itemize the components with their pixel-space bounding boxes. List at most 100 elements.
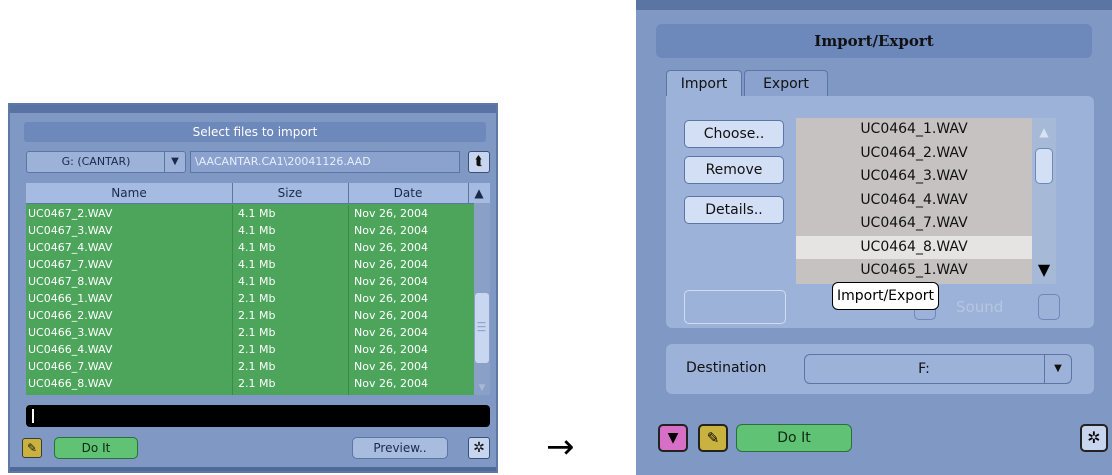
file-size: 2.1 Mb [238, 360, 276, 373]
column-header-date[interactable]: Date [348, 183, 469, 203]
destination-select[interactable]: F: ▼ [804, 354, 1072, 384]
asterisk-icon: ✲ [1087, 428, 1101, 447]
file-size: 2.1 Mb [238, 377, 276, 390]
dialog-title: Import/Export [656, 24, 1092, 58]
dialog-footer [10, 467, 496, 471]
file-date: Nov 26, 2004 [354, 258, 428, 271]
file-size: 2.1 Mb [238, 343, 276, 356]
file-date: Nov 26, 2004 [354, 207, 428, 220]
tooltip: Import/Export [832, 282, 940, 310]
import-list-scrollbar[interactable]: ▲ ▼ [1032, 118, 1056, 284]
menu-button[interactable]: ▼ [658, 424, 688, 452]
file-table-header: Name Size Date ▲ [26, 183, 490, 204]
blank-field [684, 290, 786, 324]
file-name: UC0466_8.WAV [28, 377, 113, 390]
table-row[interactable]: UC0466_7.WAV 2.1 Mb Nov 26, 2004 [26, 358, 474, 375]
arrow-right-icon: → [546, 427, 575, 467]
file-name: UC0467_8.WAV [28, 275, 113, 288]
do-it-button[interactable]: Do It [54, 437, 138, 459]
list-item[interactable]: UC0464_3.WAV [796, 165, 1032, 189]
options-button[interactable]: ✲ [1080, 424, 1108, 452]
file-size: 4.1 Mb [238, 275, 276, 288]
grip-icon: — — — [477, 318, 486, 336]
file-name: UC0467_2.WAV [28, 207, 113, 220]
table-row[interactable]: UC0466_3.WAV 2.1 Mb Nov 26, 2004 [26, 324, 474, 341]
table-row[interactable]: UC0467_8.WAV 4.1 Mb Nov 26, 2004 [26, 273, 474, 290]
table-row[interactable]: UC0466_8.WAV 2.1 Mb Nov 26, 2004 [26, 375, 474, 392]
do-it-button[interactable]: Do It [736, 424, 852, 452]
sound-label: Sound [956, 298, 1004, 316]
scroll-up-icon[interactable]: ▲ [468, 183, 490, 203]
list-item[interactable]: UC0464_1.WAV [796, 118, 1032, 142]
file-name: UC0466_4.WAV [28, 343, 113, 356]
file-size: 4.1 Mb [238, 207, 276, 220]
sound-checkbox[interactable] [1038, 294, 1060, 320]
list-item[interactable]: UC0464_7.WAV [796, 212, 1032, 236]
column-header-name[interactable]: Name [26, 183, 233, 203]
import-export-dialog: Import/Export Import Export Choose.. Rem… [636, 0, 1112, 475]
file-size: 2.1 Mb [238, 326, 276, 339]
file-date: Nov 26, 2004 [354, 224, 428, 237]
file-date: Nov 26, 2004 [354, 241, 428, 254]
file-name: UC0466_3.WAV [28, 326, 113, 339]
table-row[interactable]: UC0467_2.WAV 4.1 Mb Nov 26, 2004 [26, 205, 474, 222]
scroll-up-icon[interactable]: ▲ [1036, 124, 1052, 140]
progress-field [26, 405, 490, 427]
table-row[interactable]: UC0466_1.WAV 2.1 Mb Nov 26, 2004 [26, 290, 474, 307]
import-file-list[interactable]: UC0464_1.WAV UC0464_2.WAV UC0464_3.WAV UC04… [796, 118, 1032, 284]
remove-button[interactable]: Remove [684, 156, 784, 184]
path-field[interactable]: \AACANTAR.CA1\20041126.AAD [190, 151, 460, 173]
asterisk-icon: ✲ [473, 440, 485, 456]
column-header-size[interactable]: Size [232, 183, 349, 203]
drive-select[interactable]: G: (CANTAR) ▼ [26, 151, 186, 173]
file-name: UC0466_1.WAV [28, 292, 113, 305]
scrollbar-thumb[interactable] [1035, 148, 1053, 184]
options-button[interactable]: ✲ [468, 437, 490, 459]
table-row[interactable]: UC0467_7.WAV 4.1 Mb Nov 26, 2004 [26, 256, 474, 273]
table-row[interactable]: UC0467_3.WAV 4.1 Mb Nov 26, 2004 [26, 222, 474, 239]
chevron-down-icon[interactable]: ▼ [164, 152, 185, 172]
cursor [32, 409, 34, 423]
tab-import[interactable]: Import [666, 70, 742, 96]
file-name: UC0466_7.WAV [28, 360, 113, 373]
dialog-title: Select files to import [24, 122, 486, 142]
file-name: UC0467_7.WAV [28, 258, 113, 271]
file-date: Nov 26, 2004 [354, 292, 428, 305]
list-item[interactable]: UC0464_2.WAV [796, 142, 1032, 166]
file-size: 4.1 Mb [238, 258, 276, 271]
file-name: UC0466_2.WAV [28, 309, 113, 322]
preview-button[interactable]: Preview.. [352, 437, 448, 459]
table-row[interactable]: UC0466_2.WAV 2.1 Mb Nov 26, 2004 [26, 307, 474, 324]
file-name: UC0467_3.WAV [28, 224, 113, 237]
file-size: 2.1 Mb [238, 292, 276, 305]
destination-value: F: [918, 361, 930, 377]
file-table-scrollbar[interactable]: — — — ▼ [474, 203, 490, 395]
file-size: 2.1 Mb [238, 309, 276, 322]
list-item[interactable]: UC0464_8.WAV [796, 235, 1032, 259]
file-size: 4.1 Mb [238, 224, 276, 237]
file-date: Nov 26, 2004 [354, 326, 428, 339]
parent-folder-button[interactable]: ⮬ [468, 151, 490, 173]
table-row[interactable]: UC0467_4.WAV 4.1 Mb Nov 26, 2004 [26, 239, 474, 256]
table-row[interactable]: UC0466_4.WAV 2.1 Mb Nov 26, 2004 [26, 341, 474, 358]
dialog-top-bar [636, 0, 1112, 10]
file-date: Nov 26, 2004 [354, 377, 428, 390]
pencil-button[interactable]: ✎ [22, 438, 42, 458]
file-name: UC0467_4.WAV [28, 241, 113, 254]
arrow-up-icon: ⮬ [475, 154, 483, 169]
pencil-icon: ✎ [706, 429, 720, 447]
chevron-down-icon[interactable]: ▼ [1044, 355, 1071, 383]
details-button[interactable]: Details.. [684, 196, 784, 224]
dialog-top-bar [10, 105, 496, 113]
select-files-dialog: Select files to import G: (CANTAR) ▼ \AA… [8, 103, 498, 473]
scroll-down-icon[interactable]: ▼ [1032, 256, 1056, 284]
pencil-button[interactable]: ✎ [698, 424, 728, 452]
triangle-down-icon: ▼ [667, 430, 679, 446]
pencil-icon: ✎ [26, 441, 38, 455]
scroll-down-icon[interactable]: ▼ [474, 381, 490, 395]
file-size: 4.1 Mb [238, 241, 276, 254]
choose-button[interactable]: Choose.. [684, 120, 784, 148]
list-item[interactable]: UC0464_4.WAV [796, 189, 1032, 213]
list-item[interactable]: UC0465_1.WAV [796, 259, 1032, 283]
tab-export[interactable]: Export [744, 70, 828, 96]
